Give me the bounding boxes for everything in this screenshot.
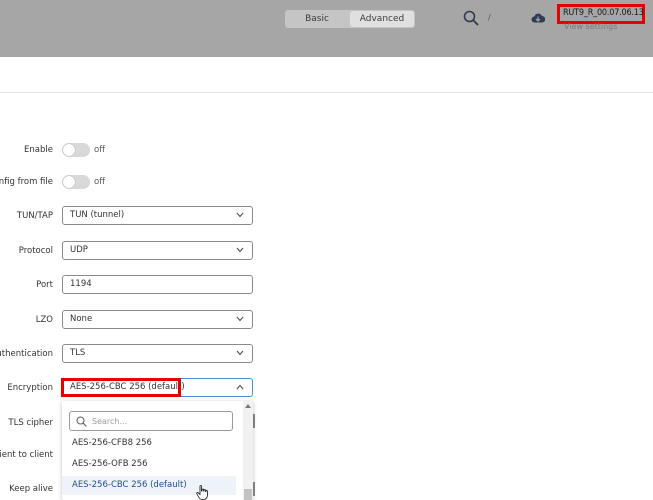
- protocol-label: Protocol: [18, 246, 53, 256]
- dropdown-option[interactable]: AES-256-CFB8 256: [62, 434, 236, 453]
- chevron-up-icon: [236, 384, 244, 390]
- encryption-dropdown: AES-256-CFB8 256 AES-256-OFB 256 AES-256…: [62, 401, 253, 500]
- top-bar: Basic Advanced / RUT9_R_00.07.06.13 View…: [0, 0, 653, 57]
- scroll-up-icon[interactable]: [245, 404, 251, 408]
- tuntap-value: TUN (tunnel): [70, 210, 125, 220]
- dropdown-search-input[interactable]: [92, 414, 227, 428]
- port-value: 1194: [70, 279, 92, 289]
- advanced-mode-button[interactable]: Advanced: [350, 11, 414, 27]
- encryption-label: Encryption: [7, 383, 53, 393]
- hand-cursor-icon: [196, 485, 208, 500]
- config-from-file-label: onfig from file: [0, 177, 53, 187]
- encryption-highlight: [61, 378, 181, 397]
- chevron-down-icon: [236, 212, 244, 218]
- mode-toggle: Basic Advanced: [285, 10, 415, 28]
- tuntap-label: TUN/TAP: [16, 211, 53, 221]
- view-settings-link[interactable]: View settings: [564, 22, 617, 31]
- firmware-version[interactable]: RUT9_R_00.07.06.13: [563, 8, 644, 18]
- chevron-down-icon: [236, 247, 244, 253]
- lzo-value: None: [70, 314, 93, 324]
- config-from-file-state: off: [94, 177, 106, 187]
- dropdown-scrollbar[interactable]: [243, 401, 253, 500]
- cloud-icon[interactable]: [531, 12, 545, 24]
- enable-label: Enable: [24, 145, 53, 155]
- tuntap-select[interactable]: TUN (tunnel): [62, 206, 253, 225]
- keep-alive-label: Keep alive: [9, 484, 53, 494]
- authentication-value: TLS: [70, 348, 86, 358]
- protocol-value: UDP: [70, 245, 88, 255]
- tls-cipher-label: TLS cipher: [8, 418, 53, 428]
- lzo-select[interactable]: None: [62, 310, 253, 329]
- dropdown-search-box[interactable]: [69, 411, 233, 431]
- authentication-select[interactable]: TLS: [62, 344, 253, 363]
- tls-cipher-field-edge: [253, 414, 255, 428]
- enable-toggle[interactable]: [62, 143, 90, 157]
- section-header-band: [0, 57, 653, 93]
- basic-mode-button[interactable]: Basic: [285, 10, 349, 28]
- config-from-file-toggle[interactable]: [62, 175, 90, 189]
- client-to-client-label: Client to client: [0, 450, 53, 460]
- chevron-down-icon: [236, 316, 244, 322]
- search-icon[interactable]: [463, 10, 479, 26]
- dropdown-option[interactable]: AES-256-OFB 256: [62, 455, 236, 474]
- search-shortcut-hint: /: [488, 13, 491, 22]
- search-icon: [76, 416, 87, 427]
- enable-state: off: [94, 145, 106, 155]
- authentication-label: uthentication: [0, 349, 53, 359]
- lzo-label: LZO: [35, 315, 53, 325]
- scrollbar-thumb[interactable]: [244, 489, 252, 500]
- port-label: Port: [36, 280, 53, 290]
- keep-alive-field-edge: [253, 482, 255, 496]
- port-input[interactable]: 1194: [62, 275, 253, 294]
- protocol-select[interactable]: UDP: [62, 241, 253, 260]
- chevron-down-icon: [236, 350, 244, 356]
